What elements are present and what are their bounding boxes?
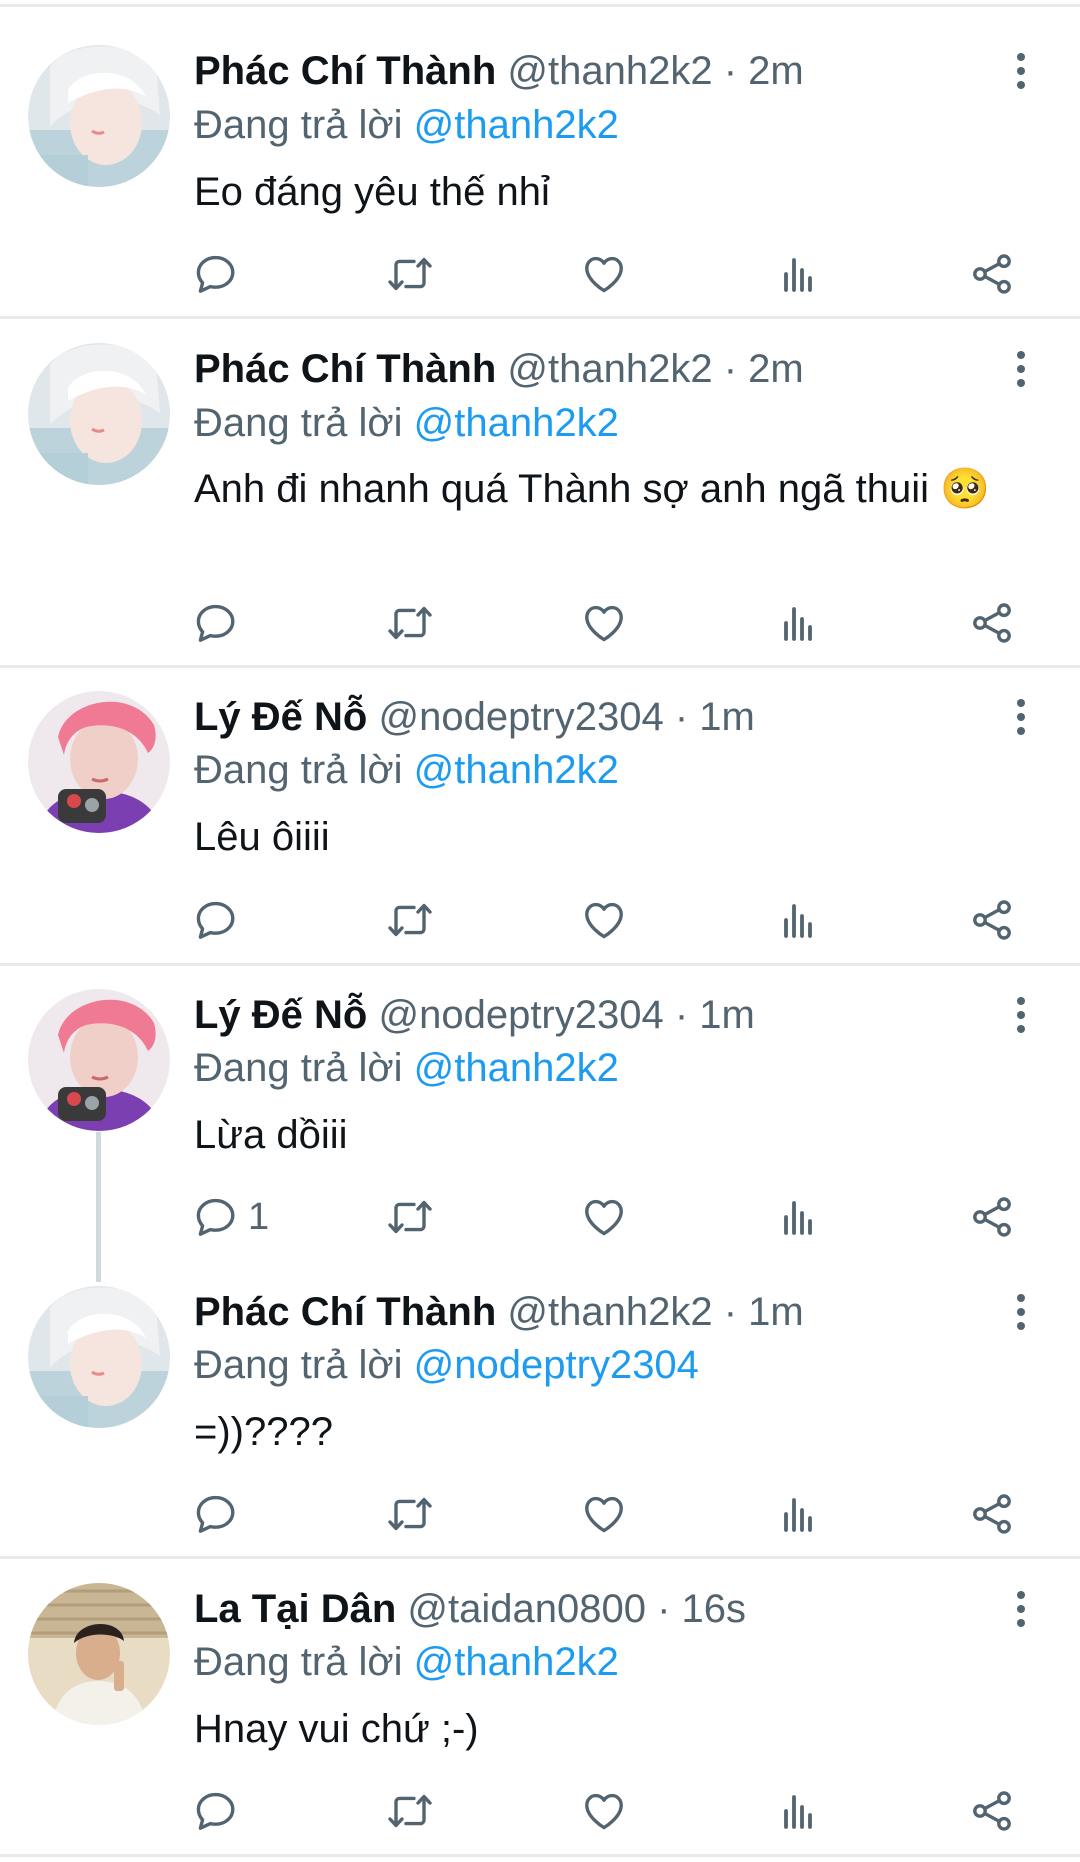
share-icon <box>968 1787 1016 1835</box>
tweet-actions <box>0 1781 1080 1841</box>
replying-to-label: Đang trả lời <box>194 1640 403 1684</box>
tweet-text: Hnay vui chứ ;-) <box>194 1707 479 1751</box>
author-handle[interactable]: @taidan0800 <box>407 1587 646 1631</box>
like-button[interactable] <box>580 1781 628 1841</box>
avatar[interactable] <box>28 1583 170 1725</box>
retweet-button[interactable] <box>386 1781 434 1841</box>
views-button[interactable] <box>774 1781 822 1841</box>
reply-icon <box>192 1787 240 1835</box>
tweet-header: La Tại Dân @taidan0800 · 16s <box>194 1584 746 1634</box>
avatar-image <box>28 1583 170 1725</box>
tweet[interactable]: La Tại Dân @taidan0800 · 16s Đang trả lờ… <box>0 0 1080 1855</box>
mention-link[interactable]: @thanh2k2 <box>414 1640 619 1684</box>
replying-to: Đang trả lời @thanh2k2 <box>194 1637 619 1687</box>
author-name[interactable]: La Tại Dân <box>194 1587 396 1631</box>
views-icon <box>774 1787 822 1835</box>
like-icon <box>580 1787 628 1835</box>
retweet-icon <box>386 1787 434 1835</box>
reply-button[interactable] <box>192 1781 248 1841</box>
more-button[interactable] <box>1008 1584 1034 1634</box>
divider <box>0 1854 1080 1857</box>
share-button[interactable] <box>968 1781 1016 1841</box>
tweet-thread: Phác Chí Thành @thanh2k2 · 2m Đang trả l… <box>0 0 1080 1862</box>
more-vertical-icon <box>1008 1584 1034 1634</box>
tweet-time: · 16s <box>657 1587 747 1631</box>
